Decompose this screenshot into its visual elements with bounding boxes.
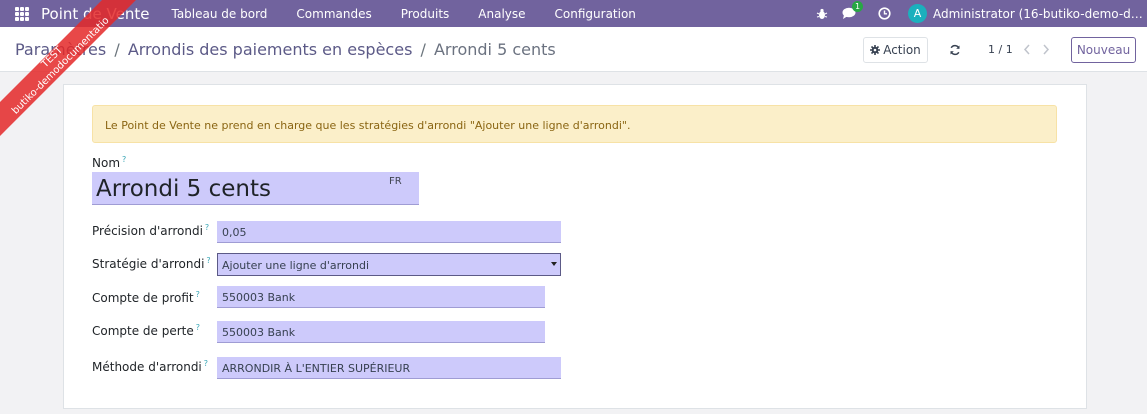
pager-value[interactable]: 1 / 1 xyxy=(988,43,1013,56)
refresh-icon[interactable] xyxy=(949,44,961,56)
action-button-label: Action xyxy=(883,43,921,57)
breadcrumb-cash-roundings[interactable]: Arrondis des paiements en espèces xyxy=(128,40,413,59)
user-menu[interactable]: Administrator (16-butiko-demo-docum... xyxy=(933,7,1147,21)
profit-account-label-text: Compte de profit xyxy=(92,291,194,305)
clock-icon[interactable] xyxy=(877,7,891,21)
bug-icon[interactable] xyxy=(815,7,829,21)
help-icon[interactable]: ? xyxy=(206,256,210,265)
help-icon[interactable]: ? xyxy=(122,155,126,164)
help-icon[interactable]: ? xyxy=(205,223,209,232)
rounding-method-select[interactable]: ARRONDIR À L'ENTIER SUPÉRIEUR xyxy=(217,357,561,379)
loss-account-input[interactable]: 550003 Bank xyxy=(217,321,545,343)
rounding-method-label: Méthode d'arrondi? xyxy=(92,359,208,374)
loss-account-label-text: Compte de perte xyxy=(92,324,194,338)
menu-item-products[interactable]: Produits xyxy=(401,7,450,21)
menu-item-orders[interactable]: Commandes xyxy=(296,7,371,21)
avatar[interactable]: A xyxy=(908,4,927,23)
help-icon[interactable]: ? xyxy=(196,323,200,332)
language-toggle[interactable]: FR xyxy=(389,176,402,187)
main-menu: Tableau de bord Commandes Produits Analy… xyxy=(171,7,664,21)
systray: 1 A Administrator (16-butiko-demo-docum.… xyxy=(815,0,1147,27)
name-label-text: Nom xyxy=(92,156,121,170)
rounding-method-label-text: Méthode d'arrondi xyxy=(92,360,202,374)
chat-icon[interactable]: 1 xyxy=(842,0,863,21)
control-panel: Paramètres / Arrondis des paiements en e… xyxy=(0,27,1147,72)
profit-account-input[interactable]: 550003 Bank xyxy=(217,286,545,308)
strategy-label: Stratégie d'arrondi? xyxy=(92,256,211,271)
action-button[interactable]: Action xyxy=(863,37,928,63)
help-icon[interactable]: ? xyxy=(204,359,208,368)
menu-item-configuration[interactable]: Configuration xyxy=(555,7,636,21)
strategy-label-text: Stratégie d'arrondi xyxy=(92,257,205,271)
chevron-right-icon[interactable] xyxy=(1042,44,1050,55)
strategy-select-value: Ajouter une ligne d'arrondi xyxy=(222,259,370,272)
precision-input[interactable]: 0,05 xyxy=(217,221,561,243)
gear-icon xyxy=(870,45,881,55)
new-button[interactable]: Nouveau xyxy=(1071,37,1136,63)
breadcrumb-current: Arrondi 5 cents xyxy=(433,40,556,59)
breadcrumb-separator: / xyxy=(114,40,120,59)
app-brand[interactable]: Point de Vente xyxy=(41,5,149,23)
breadcrumb-settings[interactable]: Paramètres xyxy=(15,40,106,59)
breadcrumb-separator: / xyxy=(420,40,426,59)
menu-item-reporting[interactable]: Analyse xyxy=(478,7,525,21)
top-navbar: Point de Vente Tableau de bord Commandes… xyxy=(0,0,1147,27)
loss-account-label: Compte de perte? xyxy=(92,323,200,338)
chevron-left-icon[interactable] xyxy=(1023,44,1031,55)
profit-account-label: Compte de profit? xyxy=(92,290,200,305)
info-alert: Le Point de Vente ne prend en charge que… xyxy=(92,105,1057,143)
menu-item-dashboard[interactable]: Tableau de bord xyxy=(171,7,267,21)
precision-label: Précision d'arrondi? xyxy=(92,223,209,238)
name-input[interactable]: Arrondi 5 cents xyxy=(92,172,419,205)
help-icon[interactable]: ? xyxy=(196,290,200,299)
name-label: Nom? xyxy=(92,155,126,170)
caret-down-icon xyxy=(551,262,557,266)
apps-menu-icon[interactable] xyxy=(15,6,29,21)
precision-label-text: Précision d'arrondi xyxy=(92,224,203,238)
breadcrumb: Paramètres / Arrondis des paiements en e… xyxy=(15,40,556,59)
chat-badge: 1 xyxy=(852,0,863,12)
strategy-select[interactable]: Ajouter une ligne d'arrondi xyxy=(217,253,561,276)
